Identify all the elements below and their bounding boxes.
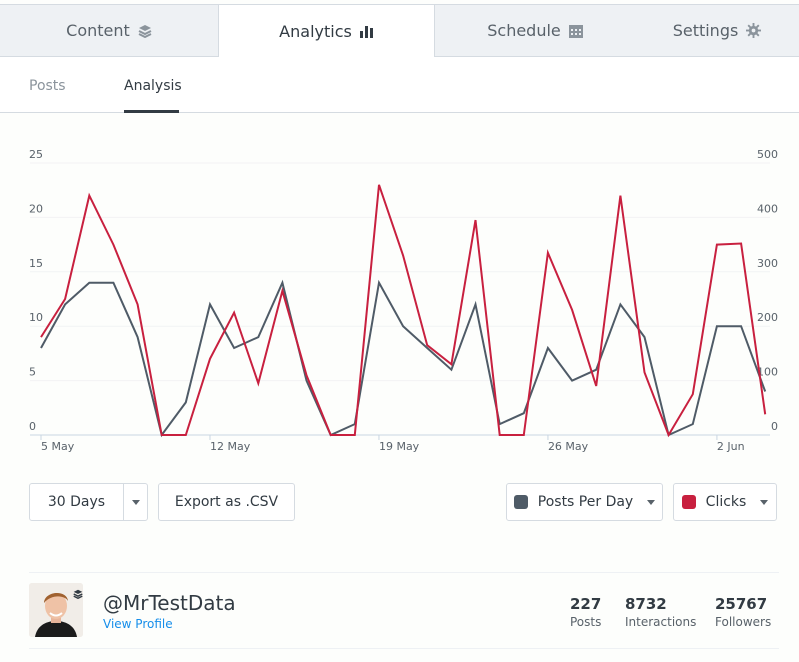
subtab-analysis[interactable]: Analysis (124, 78, 182, 94)
export-csv-button[interactable]: Export as .CSV (158, 483, 295, 521)
y-left-tick-label: 20 (29, 202, 43, 215)
y-left-tick-label: 25 (29, 148, 43, 161)
view-profile-link[interactable]: View Profile (103, 617, 173, 631)
analytics-line-chart: 051015202501002003004005005 May 12 May 19 … (29, 148, 778, 453)
y-right-tick-label: 0 (771, 420, 778, 433)
stat-followers: 25767 Followers (715, 595, 771, 629)
range-label: 30 Days (47, 494, 106, 510)
posts-swatch-icon (513, 495, 528, 509)
tab-label: Content (66, 21, 130, 40)
range-select-button[interactable]: 30 Days (29, 483, 124, 521)
posts-per-day-line (40, 279, 767, 438)
clicks-swatch-icon (681, 495, 696, 509)
y-left-tick-label: 5 (29, 366, 36, 379)
tab-content[interactable]: Content (0, 4, 218, 57)
tab-settings[interactable]: Settings (635, 4, 799, 57)
profile-handle: @MrTestData (103, 591, 236, 615)
y-right-tick-label: 500 (757, 148, 778, 161)
layers-icon (138, 24, 152, 38)
metric1-label: Posts Per Day (537, 494, 634, 510)
tab-label: Settings (672, 21, 739, 40)
y-left-tick-label: 0 (29, 420, 36, 433)
x-tick-label: 26 May (548, 440, 589, 453)
caret-down-icon (647, 499, 656, 505)
main-tabs: Content Analytics Schedule Settings (0, 4, 799, 57)
calendar-icon (568, 24, 583, 38)
caret-down-icon (131, 499, 140, 505)
tab-schedule[interactable]: Schedule (435, 4, 635, 57)
y-right-tick-label: 200 (757, 311, 778, 324)
bar-chart-icon (359, 24, 374, 38)
active-subtab-indicator (124, 110, 179, 113)
y-left-tick-label: 15 (29, 257, 43, 270)
tab-label: Schedule (487, 21, 561, 40)
metric2-select[interactable]: Clicks (673, 483, 777, 521)
profile-summary: @MrTestData View Profile 227 Posts 8732 … (29, 572, 779, 649)
stat-label: Interactions (625, 615, 697, 629)
x-tick-label: 19 May (379, 440, 420, 453)
tab-label: Analytics (279, 21, 352, 41)
export-label: Export as .CSV (174, 494, 279, 510)
x-tick-label: 5 May (41, 440, 75, 453)
stat-value: 25767 (715, 595, 768, 613)
metric2-label: Clicks (705, 494, 747, 510)
metric1-select[interactable]: Posts Per Day (506, 483, 663, 521)
y-right-tick-label: 400 (757, 202, 778, 215)
range-dropdown-toggle[interactable] (123, 483, 148, 521)
stat-interactions: 8732 Interactions (625, 595, 696, 629)
stat-value: 8732 (625, 595, 667, 613)
stat-value: 227 (570, 595, 602, 613)
chart-controls: 30 Days Export as .CSV Posts Per Day Cli… (0, 483, 799, 521)
x-tick-label: 12 May (210, 440, 251, 453)
y-right-tick-label: 300 (757, 257, 778, 270)
buffer-badge-icon (73, 584, 83, 603)
y-left-tick-label: 10 (29, 311, 43, 324)
stat-label: Posts (570, 615, 602, 629)
x-tick-label: 2 Jun (717, 440, 745, 453)
sub-navigation: Posts Analysis (0, 57, 799, 113)
gear-icon (746, 23, 762, 38)
clicks-line (40, 184, 767, 438)
caret-down-icon (760, 499, 769, 505)
stat-posts: 227 Posts (570, 595, 601, 629)
tab-analytics[interactable]: Analytics (218, 4, 435, 57)
stat-label: Followers (715, 615, 772, 629)
subtab-posts[interactable]: Posts (29, 78, 66, 94)
